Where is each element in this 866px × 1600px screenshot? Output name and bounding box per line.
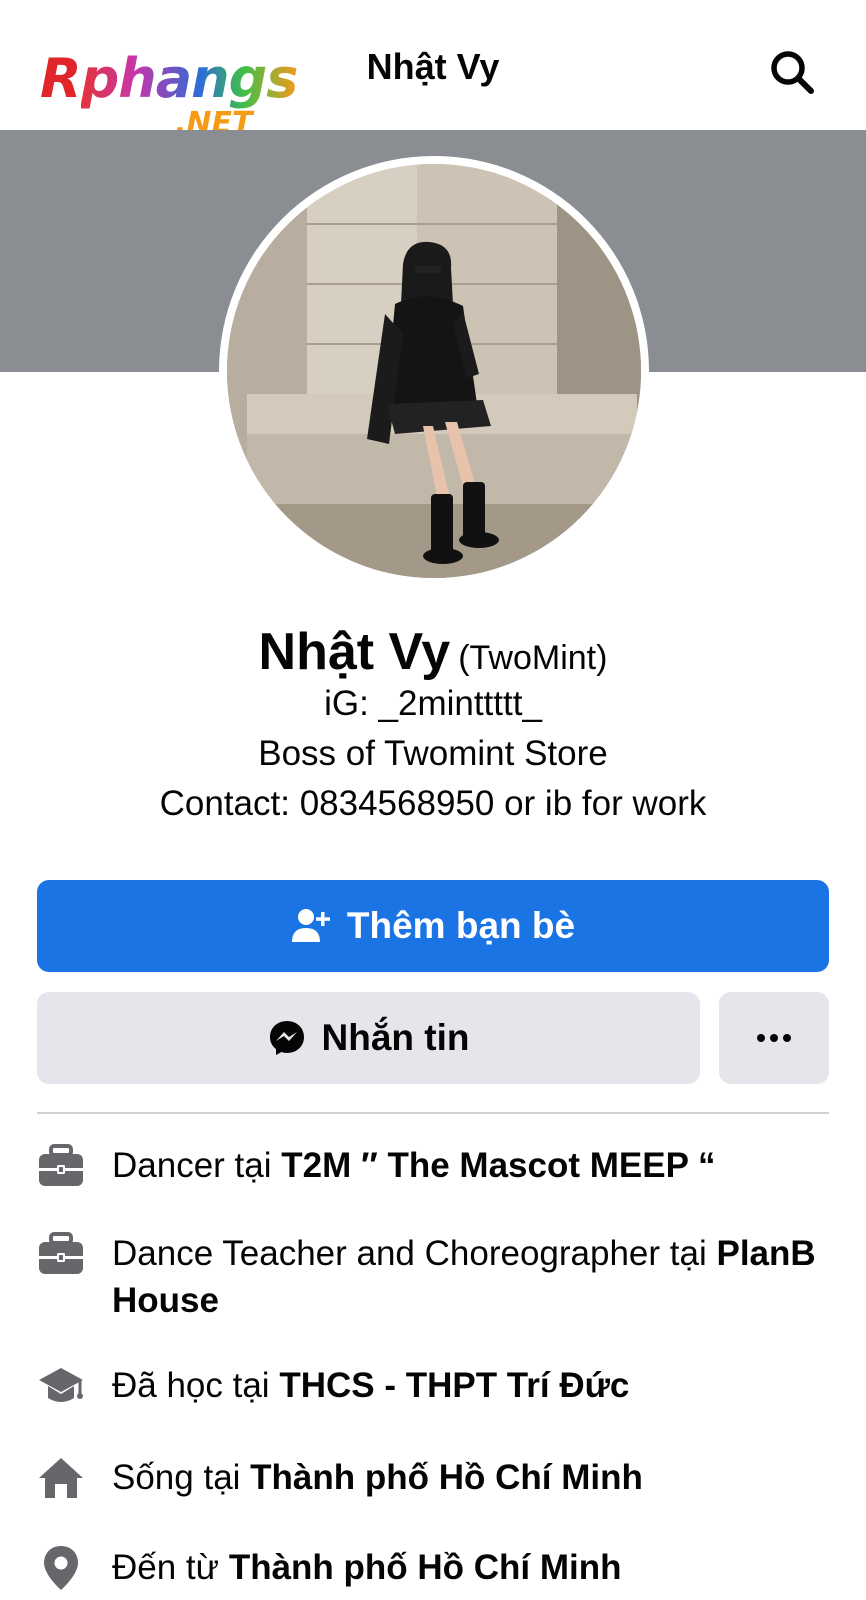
info-item-education[interactable]: Đã học tại THCS - THPT Trí Đức xyxy=(37,1362,837,1422)
profile-photo-illustration xyxy=(227,164,641,578)
add-friend-icon xyxy=(291,909,330,942)
briefcase-icon xyxy=(39,1144,83,1186)
profile-picture[interactable] xyxy=(227,164,641,578)
info-text: Đã học tại THCS - THPT Trí Đức xyxy=(112,1366,630,1405)
info-text: Dance Teacher and Choreographer tại Plan… xyxy=(112,1234,816,1320)
more-options-button[interactable] xyxy=(719,992,829,1084)
section-divider xyxy=(37,1112,829,1114)
top-header: Rphangs .NET Nhật Vy xyxy=(0,0,866,141)
profile-name-row: Nhật Vy (TwoMint) xyxy=(0,622,866,682)
info-item-lives-in[interactable]: Sống tại Thành phố Hồ Chí Minh xyxy=(37,1454,837,1514)
info-link[interactable]: THCS - THPT Trí Đức xyxy=(279,1366,629,1405)
home-icon xyxy=(39,1458,83,1498)
add-friend-button[interactable]: Thêm bạn bè xyxy=(37,880,829,972)
info-item-work-1[interactable]: Dancer tại T2M ″ The Mascot MEEP “ xyxy=(37,1142,837,1202)
info-link[interactable]: Thành phố Hồ Chí Minh xyxy=(229,1548,622,1587)
info-text: Dancer tại T2M ″ The Mascot MEEP “ xyxy=(112,1146,716,1185)
briefcase-icon xyxy=(39,1232,83,1274)
profile-name: Nhật Vy xyxy=(258,623,451,681)
header-title: Nhật Vy xyxy=(366,46,500,87)
bio-line-title: Boss of Twomint Store xyxy=(258,734,608,773)
messenger-icon xyxy=(269,1021,304,1055)
info-text: Đến từ Thành phố Hồ Chí Minh xyxy=(112,1548,622,1587)
location-pin-icon xyxy=(44,1546,78,1590)
info-item-from[interactable]: Đến từ Thành phố Hồ Chí Minh xyxy=(37,1544,837,1600)
message-label: Nhắn tin xyxy=(321,1017,470,1058)
bio-line-contact: Contact: 0834568950 or ib for work xyxy=(159,784,707,823)
graduation-cap-icon xyxy=(39,1368,83,1402)
info-link[interactable]: T2M ″ The Mascot MEEP “ xyxy=(281,1146,715,1185)
info-item-work-2[interactable]: Dance Teacher and Choreographer tại Plan… xyxy=(37,1230,837,1330)
info-link[interactable]: Thành phố Hồ Chí Minh xyxy=(250,1458,643,1497)
search-icon[interactable] xyxy=(768,48,816,96)
bio-line-instagram: iG: _2minttttt_ xyxy=(324,684,542,723)
profile-picture-frame[interactable] xyxy=(219,156,649,586)
message-button[interactable]: Nhắn tin xyxy=(37,992,700,1084)
profile-alternate-name: (TwoMint) xyxy=(458,639,608,677)
info-text: Sống tại Thành phố Hồ Chí Minh xyxy=(112,1458,643,1497)
add-friend-label: Thêm bạn bè xyxy=(346,905,576,946)
more-dots-icon xyxy=(757,1034,791,1042)
